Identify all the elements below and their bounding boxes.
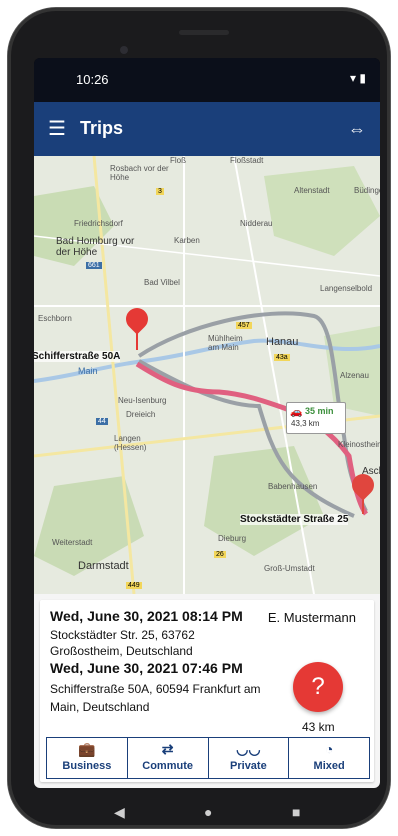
pie-chart-icon: ◔ [324,741,334,757]
map-label: Bad Vilbel [144,278,180,287]
road-number-badge: 43a [274,354,290,361]
map-label: Eschborn [38,314,72,323]
category-label: Commute [142,760,193,772]
category-label: Business [62,760,112,772]
eta-distance: 43,3 km [291,419,320,428]
map-label: Main [78,366,98,376]
map-label: Floßstadt [230,156,264,165]
briefcase-icon: 💼 [78,741,96,757]
road-number-badge: 661 [86,262,102,269]
category-business-button[interactable]: 💼 Business [47,738,128,778]
phone-frame: 10:26 ▾ ▮ ☰ Trips ⇔ Floß Floßstadt Rosba… [8,8,390,828]
map-view[interactable]: Floß Floßstadt Rosbach vor der Höhe Frie… [34,156,380,594]
car-icon: 🚗 [290,407,303,418]
status-icons: ▾ ▮ [350,71,366,85]
road-number-badge: 44 [96,418,108,425]
recent-apps-icon[interactable]: ■ [292,804,300,820]
map-label: Friedrichsdorf [74,219,123,228]
trip-start-address-line2: Main, Deutschland [50,700,150,714]
trip-end-datetime: Wed, June 30, 2021 08:14 PM [50,608,243,624]
trip-end-address-line2: Großostheim, Deutschland [50,644,193,658]
trip-card-container: Wed, June 30, 2021 08:14 PM E. Musterman… [34,594,380,788]
road-number-badge: 26 [214,551,226,558]
trip-end-address-line1: Stockstädter Str. 25, 63762 [50,628,195,642]
map-label: Darmstadt [78,560,129,572]
road-number-badge: 3 [156,188,164,195]
map-label: Kleinostheim [338,440,380,449]
home-icon[interactable]: ● [204,804,212,820]
map-label: Büdingen [354,186,380,195]
driver-name: E. Mustermann [267,610,356,625]
map-label: Rosbach vor der Höhe [110,164,169,182]
eta-callout[interactable]: 🚗 35 min 43,3 km [286,402,346,434]
map-label: Langen (Hessen) [114,434,147,452]
road-number-badge: 457 [236,322,252,329]
trip-card[interactable]: Wed, June 30, 2021 08:14 PM E. Musterman… [40,600,374,782]
trip-start-datetime: Wed, June 30, 2021 07:46 PM [50,660,243,676]
map-label: Nidderau [240,219,273,228]
status-time: 10:26 [76,72,109,87]
eta-time: 35 min [305,406,334,416]
app-bar: ☰ Trips ⇔ [34,102,380,156]
category-selector: 💼 Business ⇄ Commute ◡◡ Private ◔ Mixed [46,737,370,779]
help-button[interactable]: ? [293,662,343,712]
map-label: Karben [174,236,200,245]
road-number-badge: 449 [126,582,142,589]
category-label: Private [230,760,267,772]
map-label: Groß-Umstadt [264,564,315,573]
destination-label: Stockstädter Straße 25 [240,514,349,525]
category-private-button[interactable]: ◡◡ Private [209,738,290,778]
category-mixed-button[interactable]: ◔ Mixed [289,738,369,778]
category-label: Mixed [313,760,345,772]
map-label: Bad Homburg vor der Höhe [56,236,135,258]
earpiece [179,30,229,35]
map-label: Dieburg [218,534,247,543]
front-camera [120,46,128,54]
map-label: Mühlheim am Main [208,334,243,352]
category-commute-button[interactable]: ⇄ Commute [128,738,209,778]
link-icon[interactable]: ⇔ [344,116,370,142]
swap-arrows-icon: ⇄ [161,741,174,757]
map-label: Langenselbold [320,284,373,293]
back-icon[interactable]: ◀ [114,804,125,821]
map-label: Dreieich [126,410,156,419]
origin-pin-stem [136,330,138,350]
system-nav-bar: ◀ ● ■ [42,792,372,832]
sunglasses-icon: ◡◡ [236,741,261,757]
screen: 10:26 ▾ ▮ ☰ Trips ⇔ Floß Floßstadt Rosba… [34,58,380,788]
map-label: Altenstadt [294,186,330,195]
origin-label: Schifferstraße 50A [34,351,121,362]
map-label: Babenhausen [268,482,318,491]
status-bar: 10:26 ▾ ▮ [34,58,380,102]
page-title: Trips [80,118,124,138]
destination-pin-stem [362,496,364,514]
map-label: Neu-Isenburg [118,396,167,405]
menu-icon[interactable]: ☰ [44,116,70,142]
map-label: Hanau [266,336,299,348]
trip-distance: 43 km [302,720,335,734]
map-label: Alzenau [340,371,369,380]
trip-start-address-line1: Schifferstraße 50A, 60594 Frankfurt am [50,682,261,696]
map-label: Weiterstadt [52,538,93,547]
